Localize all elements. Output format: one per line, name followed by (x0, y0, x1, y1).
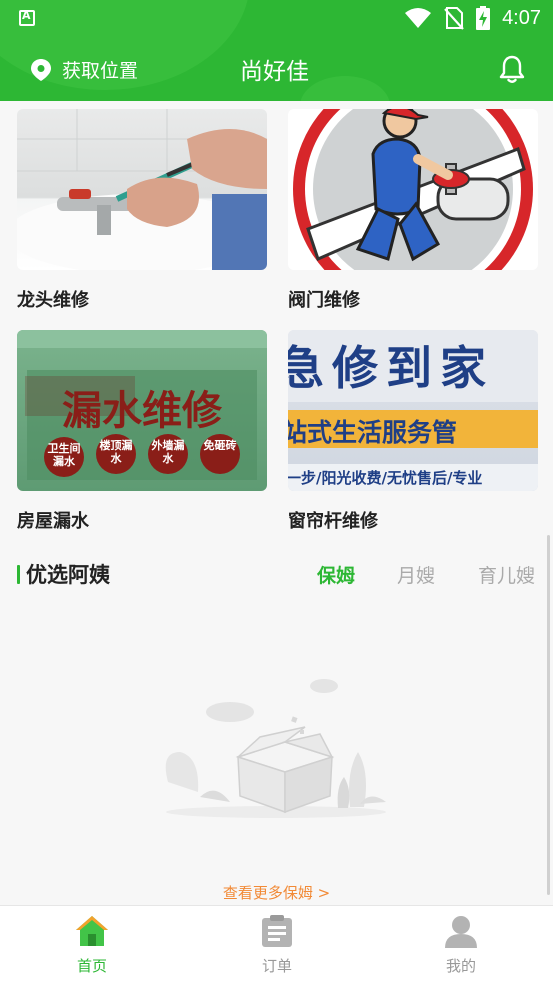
tab-nanny[interactable]: 保姆 (317, 561, 355, 588)
profile-icon (445, 916, 477, 948)
no-sim-icon (444, 7, 464, 30)
nav-label: 订单 (261, 957, 292, 975)
leak-repair-banner: 漏水维修 卫生间漏水 楼顶漏水 外墙漏水 免砸砖 (17, 330, 267, 491)
app-header: 获取位置 尚好佳 (0, 38, 553, 101)
section-header-nanny: 优选阿姨 保姆 月嫂 育儿嫂 (17, 558, 537, 592)
app-title: 尚好佳 (240, 59, 309, 85)
nav-orders[interactable]: 订单 (237, 914, 317, 976)
clipboard-icon (262, 915, 292, 947)
faucet-repair-photo (17, 109, 267, 270)
nav-label: 我的 (445, 957, 476, 975)
service-card-curtain-rod[interactable]: 急修到家 站式生活服务管 一步/阳光收费/无忧售后/专业 窗帘杆维修 (288, 330, 538, 532)
tab-maternity-matron[interactable]: 月嫂 (397, 561, 435, 588)
leak-banner-title: 漏水维修 (62, 388, 223, 434)
service-card-valve[interactable]: 阀门维修 (288, 109, 538, 311)
tab-childcare[interactable]: 育儿嫂 (478, 561, 535, 588)
empty-state-illustration (160, 672, 392, 822)
service-card-faucet[interactable]: 龙头维修 (17, 109, 267, 311)
battery-charging-icon (476, 6, 491, 30)
view-more-nanny-link[interactable]: 查看更多保姆 > (0, 882, 553, 903)
status-bar: 4:07 (0, 0, 553, 38)
leak-badge: 免砸砖 (203, 439, 237, 452)
bottom-navigation: 首页 订单 我的 (0, 905, 553, 983)
leak-badge: 楼顶漏水 (99, 439, 133, 465)
valve-repair-illustration (288, 109, 538, 270)
section-title: 优选阿姨 (26, 563, 110, 587)
clock: 4:07 (502, 6, 541, 29)
nav-profile[interactable]: 我的 (421, 914, 501, 976)
repair-service-banner: 急修到家 站式生活服务管 一步/阳光收费/无忧售后/专业 (288, 330, 538, 491)
banner-line-1: 急修到家 (288, 341, 494, 395)
banner-line-2: 站式生活服务管 (288, 418, 458, 447)
home-icon (76, 916, 108, 946)
leak-badge: 外墙漏水 (151, 439, 185, 465)
top-bar: 4:07 获取位置 尚好佳 (0, 0, 553, 101)
service-label: 窗帘杆维修 (288, 511, 378, 532)
bell-icon[interactable] (498, 54, 526, 84)
service-label: 房屋漏水 (17, 511, 89, 532)
app-notification-icon (19, 9, 35, 26)
section-accent-bar (17, 565, 20, 584)
nav-home[interactable]: 首页 (52, 914, 132, 976)
leak-badge: 卫生间漏水 (47, 442, 81, 468)
wifi-icon (405, 8, 432, 28)
service-label: 龙头维修 (17, 290, 89, 311)
service-card-leak[interactable]: 漏水维修 卫生间漏水 楼顶漏水 外墙漏水 免砸砖 房屋漏水 (17, 330, 267, 532)
scrollbar[interactable] (547, 535, 550, 895)
nav-label: 首页 (76, 957, 107, 975)
banner-line-3: 一步/阳光收费/无忧售后/专业 (288, 469, 483, 487)
service-label: 阀门维修 (288, 290, 360, 311)
